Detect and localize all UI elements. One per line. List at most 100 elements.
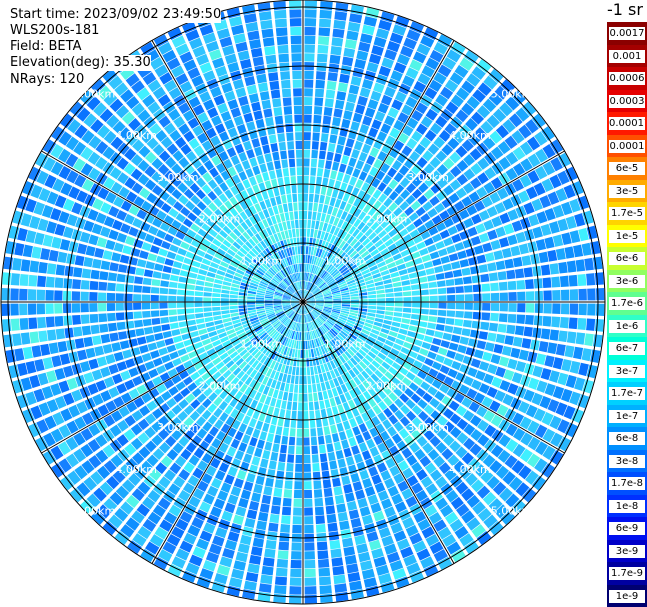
- ray-gate: [116, 273, 126, 283]
- ray-gate: [542, 315, 552, 327]
- ray-gate: [595, 287, 605, 301]
- ray-gate: [99, 271, 109, 281]
- colorbar-swatch: 1e-9: [607, 584, 647, 607]
- ray-gate: [28, 274, 38, 287]
- ray-gate: [586, 273, 596, 286]
- ray-gate: [480, 273, 490, 283]
- ray-gate: [275, 27, 288, 37]
- colorbar-label: 3e-9: [609, 544, 645, 558]
- ray-gate: [274, 18, 287, 28]
- ray-gate: [269, 80, 280, 91]
- ray-gate: [2, 272, 12, 285]
- ray-gate: [291, 410, 297, 420]
- ray-gate: [310, 158, 318, 168]
- ray-gate: [303, 463, 311, 472]
- ray-gate: [55, 264, 66, 276]
- colorbar-unit-title: -1 sr: [607, 0, 643, 19]
- ray-gate: [109, 262, 119, 272]
- colorbar-swatch: 0.0001: [607, 134, 647, 157]
- ray-gate: [508, 303, 517, 312]
- ray-gate: [311, 141, 319, 150]
- ray-gate: [411, 290, 421, 296]
- ray-gate: [278, 53, 290, 63]
- ray-gate: [429, 295, 438, 302]
- colorbar-label: 6e-7: [609, 342, 645, 355]
- colorbar-label: 0.0017: [609, 27, 645, 40]
- ray-gate: [277, 44, 289, 54]
- ray-gate: [309, 176, 316, 185]
- range-label: 2.00km: [366, 379, 408, 392]
- ray-gate: [295, 463, 303, 472]
- ray-gate: [10, 318, 20, 331]
- ray-gate: [270, 89, 281, 99]
- ray-gate: [368, 302, 377, 306]
- ray-gate: [159, 309, 169, 317]
- ray-gate: [303, 210, 308, 220]
- ray-gate: [412, 302, 421, 308]
- ray-gate: [150, 302, 159, 310]
- ray-gate: [274, 576, 287, 586]
- ray-gate: [314, 506, 325, 516]
- radar-ppi-plot: 1.00km 1.00km 1.00km 1.00km 2.00km 2.00km 2.00…: [0, 0, 606, 605]
- ray-gate: [106, 292, 116, 301]
- ray-gate: [540, 264, 551, 276]
- ray-gate: [454, 277, 464, 286]
- colorbar-swatch: 6e-5: [607, 157, 647, 180]
- ray-gate: [292, 401, 298, 411]
- ray-gate: [247, 299, 256, 302]
- ray-gate: [322, 115, 332, 125]
- ray-gate: [296, 158, 303, 167]
- ray-gate: [317, 558, 330, 568]
- ray-gate: [274, 479, 284, 489]
- ray-gate: [322, 479, 332, 489]
- ray-gate: [464, 302, 473, 310]
- ray-gate: [159, 302, 168, 309]
- ray-gate: [499, 303, 508, 312]
- ray-gate: [504, 258, 514, 269]
- ray-gate: [385, 297, 395, 302]
- ray-gate: [303, 140, 311, 150]
- ray-gate: [297, 402, 303, 411]
- ray-gate: [297, 411, 303, 420]
- ray-gate: [304, 568, 316, 578]
- ray-gate: [339, 520, 350, 531]
- ray-gate: [514, 268, 525, 279]
- ray-gate: [284, 480, 293, 490]
- colorbar-swatch: 3e-7: [607, 359, 647, 382]
- ray-gate: [446, 310, 456, 318]
- ray-gate: [282, 97, 292, 107]
- ray-gate: [278, 453, 287, 463]
- colorbar-swatch: 3e-8: [607, 449, 647, 472]
- ray-gate: [133, 302, 142, 310]
- colorbar-label: 1.7e-9: [609, 567, 645, 580]
- ray-gate: [303, 358, 307, 367]
- ray-gate: [312, 462, 320, 472]
- ray-gate: [150, 286, 160, 294]
- ray-gate: [559, 275, 569, 288]
- colorbar-label: 3e-7: [609, 364, 645, 378]
- ray-gate: [74, 255, 85, 266]
- ray-gate: [334, 99, 345, 110]
- ray-gate: [304, 88, 313, 97]
- ray-gate: [268, 522, 279, 532]
- ray-gate: [403, 302, 412, 308]
- ray-gate: [259, 91, 270, 101]
- ray-gate: [273, 487, 283, 498]
- colorbar-swatch: 1e-6: [607, 314, 647, 337]
- ray-gate: [296, 428, 303, 437]
- ray-gate: [276, 558, 289, 568]
- ray-gate: [290, 176, 297, 185]
- colorbar-label: 6e-6: [609, 252, 645, 265]
- ray-gate: [280, 524, 291, 533]
- ray-gate: [293, 489, 302, 499]
- ray-gate: [308, 193, 314, 203]
- ray-gate: [287, 141, 295, 150]
- ray-gate: [488, 272, 499, 282]
- ray-gate: [333, 486, 343, 496]
- ray-gate: [262, 557, 275, 567]
- ray-gate: [317, 36, 330, 46]
- ray-gate: [525, 279, 534, 290]
- ray-gate: [185, 302, 194, 308]
- ray-gate: [264, 45, 276, 56]
- ray-gate: [19, 318, 29, 331]
